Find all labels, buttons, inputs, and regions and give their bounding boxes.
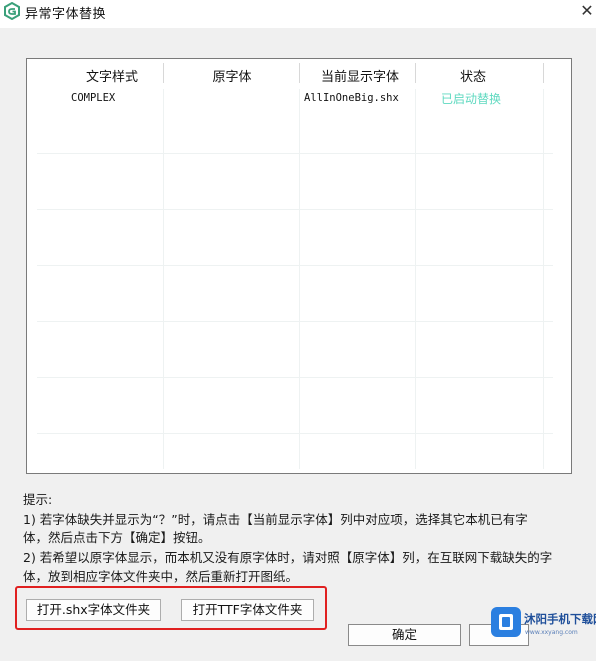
grid-line (37, 153, 553, 154)
hint-line-3: 2) 若希望以原字体显示，而本机又没有原字体时，请对照【原字体】列，在互联网下载… (23, 550, 553, 565)
hint-heading: 提示: (23, 492, 53, 507)
cell-text-style: COMPLEX (71, 92, 116, 104)
open-ttf-folder-button[interactable]: 打开TTF字体文件夹 (181, 599, 314, 621)
column-header-display-font[interactable]: 当前显示字体 (305, 66, 415, 85)
hint-line-1: 1) 若字体缺失并显示为“？”时，请点击【当前显示字体】列中对应项，选择其它本机… (23, 512, 528, 527)
watermark-logo-icon (491, 607, 521, 637)
column-header-original-font[interactable]: 原字体 (177, 66, 287, 85)
font-replacement-list[interactable]: 文字样式 原字体 当前显示字体 状态 COMPLEX AllInOneBig.s… (26, 58, 572, 474)
column-header-status[interactable]: 状态 (423, 66, 523, 85)
grid-line (415, 89, 416, 469)
watermark-url: www.xxyang.com (525, 629, 578, 636)
watermark: 沐阳手机下载网 www.xxyang.com (491, 607, 596, 643)
column-separator (543, 63, 544, 83)
column-separator (299, 63, 300, 83)
grid-line (163, 89, 164, 469)
app-icon (4, 2, 20, 20)
cell-status: 已启动替换 (441, 92, 502, 106)
title-bar: 异常字体替换 ✕ (0, 0, 596, 28)
column-separator (163, 63, 164, 83)
grid-line (37, 433, 553, 434)
grid-line (299, 89, 300, 469)
hint-line-2: 体，然后点击下方【确定】按钮。 (23, 530, 211, 545)
open-shx-folder-button[interactable]: 打开.shx字体文件夹 (26, 599, 161, 621)
grid-line (37, 321, 553, 322)
grid-line (37, 209, 553, 210)
hint-line-4: 体，放到相应字体文件夹中，然后重新打开图纸。 (23, 569, 299, 584)
watermark-name: 沐阳手机下载网 (524, 612, 596, 626)
column-header-text-style[interactable]: 文字样式 (67, 66, 157, 85)
cell-display-font[interactable]: AllInOneBig.shx (304, 92, 399, 104)
grid-line (543, 89, 544, 469)
ok-button[interactable]: 确定 (348, 624, 461, 646)
grid-line (37, 377, 553, 378)
close-icon[interactable]: ✕ (578, 2, 596, 20)
window-title: 异常字体替换 (25, 7, 107, 22)
column-separator (415, 63, 416, 83)
grid-line (37, 265, 553, 266)
